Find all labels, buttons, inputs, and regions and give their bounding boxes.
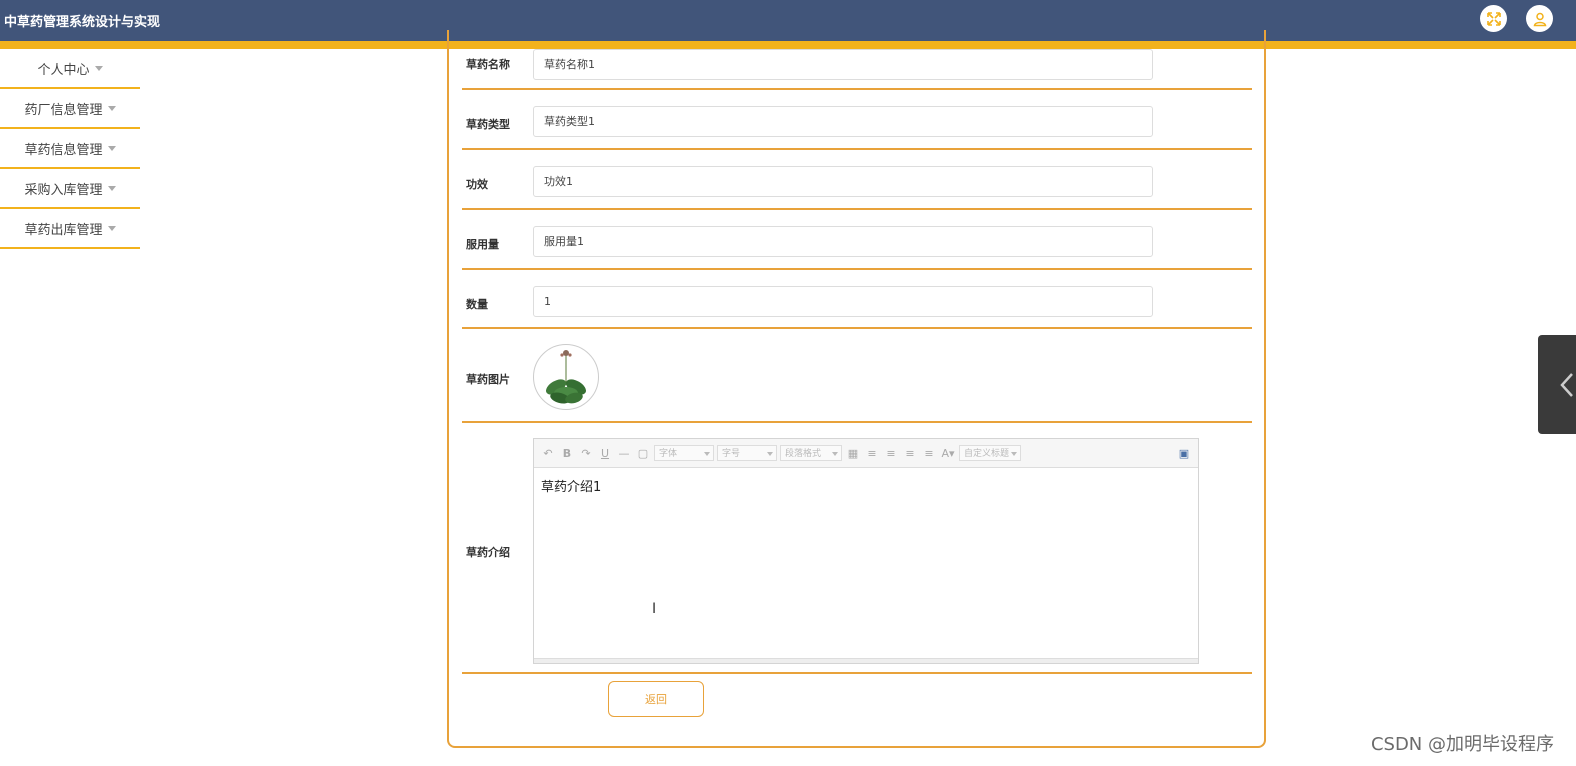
form-row-herb-name: 草药名称 <box>462 49 1252 90</box>
form-row-dosage: 服用量 <box>462 210 1252 270</box>
back-button[interactable]: 返回 <box>608 681 704 717</box>
font-size-select[interactable]: 字号 <box>717 445 777 461</box>
fullscreen-button[interactable] <box>1480 5 1507 32</box>
font-color-icon[interactable]: A▾ <box>940 447 956 460</box>
sidebar-item-herb-outbound[interactable]: 草药出库管理 <box>0 209 140 249</box>
sidebar-item-purchase-inbound[interactable]: 采购入库管理 <box>0 169 140 209</box>
herb-type-input[interactable] <box>533 106 1153 137</box>
paste-icon[interactable]: ▢ <box>635 447 651 460</box>
chevron-down-icon <box>107 225 116 231</box>
sidebar-item-herb-management[interactable]: 草药信息管理 <box>0 129 140 169</box>
underline-icon[interactable]: U <box>597 447 613 460</box>
align-left-icon[interactable]: ≡ <box>864 447 880 460</box>
form-row-quantity: 数量 <box>462 270 1252 329</box>
horizontal-rule-icon[interactable]: — <box>616 447 632 460</box>
quantity-input[interactable] <box>533 286 1153 317</box>
font-family-select[interactable]: 字体 <box>654 445 714 461</box>
form-row-herb-intro: 草药介绍 ↶ B ↷ U — ▢ 字体 字号 段落格式 ▦ ≡ ≡ ≡ ≡ A▾… <box>462 423 1252 674</box>
align-justify-icon[interactable]: ≡ <box>921 447 937 460</box>
field-label: 草药名称 <box>466 58 510 71</box>
dosage-input[interactable] <box>533 226 1153 257</box>
table-icon[interactable]: ▦ <box>845 447 861 460</box>
sidebar-item-label: 草药出库管理 <box>24 222 103 238</box>
sidebar-item-label: 采购入库管理 <box>24 182 103 198</box>
field-label: 数量 <box>466 298 488 311</box>
herb-image[interactable] <box>533 344 599 410</box>
bold-icon[interactable]: B <box>559 447 575 460</box>
form-row-herb-image: 草药图片 <box>462 329 1252 423</box>
field-label: 功效 <box>466 178 488 191</box>
align-right-icon[interactable]: ≡ <box>883 447 899 460</box>
watermark: CSDN @加明毕设程序 <box>1370 734 1554 755</box>
text-cursor-icon: I <box>652 601 657 617</box>
rich-text-editor[interactable]: ↶ B ↷ U — ▢ 字体 字号 段落格式 ▦ ≡ ≡ ≡ ≡ A▾ 自定义标… <box>533 438 1199 664</box>
herb-name-input[interactable] <box>533 49 1153 80</box>
herb-detail-form: 草药名称 草药类型 功效 服用量 数量 草药图片 <box>447 30 1266 748</box>
preview-icon[interactable]: ▣ <box>1176 447 1192 460</box>
field-label: 草药图片 <box>466 373 510 386</box>
sidebar-item-personal-center[interactable]: 个人中心 <box>0 49 140 89</box>
paragraph-format-select[interactable]: 段落格式 <box>780 445 842 461</box>
undo-icon[interactable]: ↶ <box>540 447 556 460</box>
user-icon <box>1533 12 1546 26</box>
sidebar-item-label: 个人中心 <box>37 62 90 78</box>
sidebar-menu: 个人中心 药厂信息管理 草药信息管理 采购入库管理 草药出库管理 <box>0 49 140 249</box>
effect-input[interactable] <box>533 166 1153 197</box>
chevron-left-icon <box>1560 372 1573 397</box>
herb-plant-image <box>546 350 586 404</box>
chevron-down-icon <box>94 65 103 71</box>
redo-icon[interactable]: ↷ <box>578 447 594 460</box>
app-title: 中草药管理系统设计与实现 <box>4 15 161 30</box>
editor-toolbar: ↶ B ↷ U — ▢ 字体 字号 段落格式 ▦ ≡ ≡ ≡ ≡ A▾ 自定义标… <box>534 439 1198 468</box>
sidebar-item-label: 草药信息管理 <box>24 142 103 158</box>
form-row-herb-type: 草药类型 <box>462 90 1252 150</box>
sidebar-item-factory-management[interactable]: 药厂信息管理 <box>0 89 140 129</box>
field-label: 服用量 <box>466 238 499 251</box>
sidebar-item-label: 药厂信息管理 <box>24 102 103 118</box>
chevron-down-icon <box>107 105 116 111</box>
field-label: 草药类型 <box>466 118 510 131</box>
custom-title-select[interactable]: 自定义标题 <box>959 445 1021 461</box>
drawer-toggle[interactable] <box>1538 335 1576 434</box>
chevron-down-icon <box>107 145 116 151</box>
align-center-icon[interactable]: ≡ <box>902 447 918 460</box>
fullscreen-icon <box>1486 11 1501 26</box>
user-menu-button[interactable] <box>1526 5 1553 32</box>
form-row-effect: 功效 <box>462 150 1252 210</box>
field-label: 草药介绍 <box>466 546 510 559</box>
chevron-down-icon <box>107 185 116 191</box>
editor-status-bar <box>534 658 1198 663</box>
editor-content[interactable]: 草药介绍1 <box>534 468 1198 503</box>
